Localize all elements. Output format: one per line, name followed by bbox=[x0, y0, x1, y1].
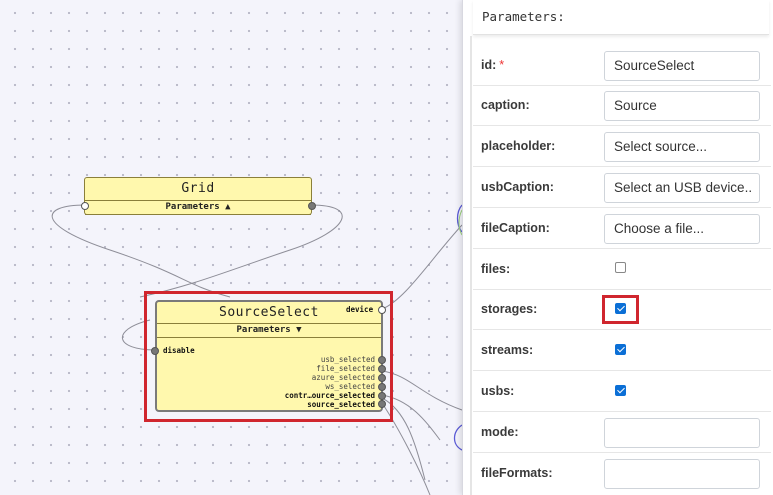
param-row-filecaption: fileCaption: Choose a file... bbox=[473, 209, 771, 249]
usbcaption-field[interactable]: Select an USB device.. bbox=[604, 173, 760, 203]
param-label-usbcaption: usbCaption: bbox=[481, 180, 554, 194]
param-row-id: id: * SourceSelect bbox=[473, 46, 771, 86]
port-label-device: device bbox=[346, 305, 374, 314]
azure-selected-port[interactable] bbox=[378, 374, 386, 382]
grid-input-port[interactable] bbox=[81, 202, 89, 210]
usbs-checkbox[interactable] bbox=[615, 385, 626, 396]
file-selected-port[interactable] bbox=[378, 365, 386, 373]
param-row-storages: storages: bbox=[473, 290, 771, 330]
streams-checkbox[interactable] bbox=[615, 344, 626, 355]
panel-divider bbox=[470, 36, 472, 495]
param-label-mode: mode: bbox=[481, 425, 519, 439]
contr-source-selected-port[interactable] bbox=[378, 392, 386, 400]
param-row-fileformats: fileFormats: bbox=[473, 454, 771, 494]
param-label-placeholder: placeholder: bbox=[481, 139, 556, 153]
source-select-parameters-toggle[interactable]: Parameters ▼ bbox=[157, 323, 381, 338]
disable-input-port[interactable] bbox=[151, 347, 159, 355]
port-label-source-selected: source_selected bbox=[307, 400, 375, 409]
ws-selected-port[interactable] bbox=[378, 383, 386, 391]
grid-output-port[interactable] bbox=[308, 202, 316, 210]
parameters-panel: Parameters: id: * SourceSelect caption: S… bbox=[462, 0, 773, 495]
param-row-mode: mode: bbox=[473, 413, 771, 453]
port-label-ws-selected: ws_selected bbox=[325, 382, 375, 391]
param-label-id: id: * bbox=[481, 58, 505, 72]
id-field[interactable]: SourceSelect bbox=[604, 51, 760, 81]
param-label-caption: caption: bbox=[481, 98, 530, 112]
param-label-streams: streams: bbox=[481, 343, 534, 357]
port-label-file-selected: file_selected bbox=[316, 364, 375, 373]
param-row-streams: streams: bbox=[473, 331, 771, 371]
panel-header: Parameters: bbox=[473, 0, 769, 35]
param-row-placeholder: placeholder: Select source... bbox=[473, 127, 771, 167]
grid-node-parameters-toggle[interactable]: Parameters ▲ bbox=[85, 200, 311, 215]
port-label-usb-selected: usb_selected bbox=[320, 355, 375, 364]
param-label-usbs: usbs: bbox=[481, 384, 515, 398]
required-marker: * bbox=[499, 58, 505, 72]
placeholder-field[interactable]: Select source... bbox=[604, 132, 760, 162]
grid-node-title: Grid bbox=[181, 181, 215, 196]
usb-selected-port[interactable] bbox=[378, 356, 386, 364]
param-label-storages: storages: bbox=[481, 302, 538, 316]
source-selected-port[interactable] bbox=[378, 400, 386, 408]
param-row-usbs: usbs: bbox=[473, 372, 771, 412]
param-row-usbcaption: usbCaption: Select an USB device.. bbox=[473, 168, 771, 208]
param-label-files: files: bbox=[481, 262, 511, 276]
device-output-port[interactable] bbox=[378, 306, 386, 314]
port-label-disable: disable bbox=[163, 346, 195, 355]
param-row-files: files: bbox=[473, 250, 771, 290]
param-label-fileformats: fileFormats: bbox=[481, 466, 553, 480]
param-label-filecaption: fileCaption: bbox=[481, 221, 550, 235]
files-checkbox[interactable] bbox=[615, 262, 626, 273]
caption-field[interactable]: Source bbox=[604, 91, 760, 121]
filecaption-field[interactable]: Choose a file... bbox=[604, 214, 760, 244]
port-label-azure-selected: azure_selected bbox=[311, 373, 375, 382]
panel-title: Parameters: bbox=[482, 9, 565, 24]
port-label-contr-source-selected: contr…ource_selected bbox=[284, 391, 375, 400]
storages-checkbox[interactable] bbox=[615, 303, 626, 314]
param-row-caption: caption: Source bbox=[473, 86, 771, 126]
fileformats-field[interactable] bbox=[604, 459, 760, 489]
mode-field[interactable] bbox=[604, 418, 760, 448]
grid-node[interactable]: Grid Parameters ▲ bbox=[84, 177, 312, 215]
